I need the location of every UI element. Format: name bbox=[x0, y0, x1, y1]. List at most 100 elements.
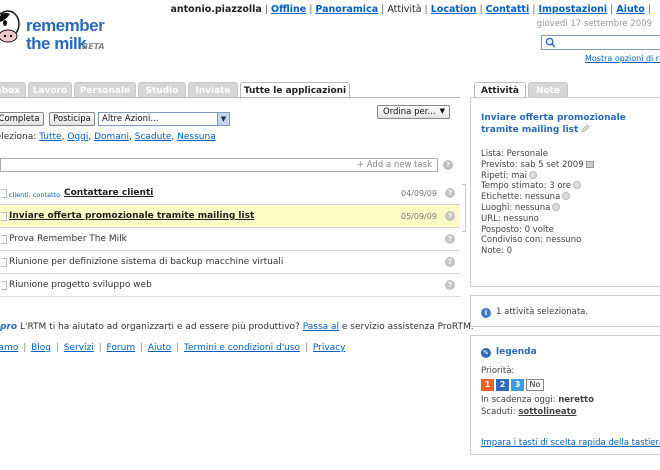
selected-count: i 1 attività selezionata. bbox=[481, 307, 588, 318]
footer-services-link[interactable]: Servizi bbox=[64, 343, 94, 353]
priority-2-swatch: 2 bbox=[496, 379, 509, 391]
detail-properties: Lista: Personale Previsto: sab 5 set 200… bbox=[481, 149, 594, 257]
nav-attivita[interactable]: Attività bbox=[387, 4, 421, 15]
selected-count-text: 1 attività selezionata. bbox=[496, 307, 589, 317]
location-icon bbox=[552, 202, 561, 211]
detail-shared: Condiviso con: nessuno bbox=[481, 235, 582, 246]
priority-swatches: 1 2 3 No bbox=[481, 379, 594, 391]
help-icon[interactable]: ? bbox=[445, 257, 455, 267]
pencil-icon[interactable] bbox=[581, 124, 590, 133]
promo-text: L'RTM ti ha aiutato ad organizzarti e ad… bbox=[19, 322, 300, 332]
complete-button[interactable]: Completa bbox=[0, 112, 44, 126]
sort-button[interactable]: Ordina per... ▼ bbox=[377, 105, 450, 119]
priority-label: Priorità: bbox=[481, 366, 515, 376]
nav-location[interactable]: Location bbox=[431, 4, 477, 15]
add-task-input[interactable]: + Add a new task bbox=[0, 158, 438, 172]
select-today-link[interactable]: Oggi bbox=[67, 132, 88, 142]
select-overdue-link[interactable]: Scadute bbox=[135, 132, 172, 142]
legend-panel: ✎ legenda Priorità: 1 2 3 No In scadenza ogg… bbox=[470, 335, 660, 455]
nav-aiuto[interactable]: Aiuto bbox=[616, 4, 644, 15]
nav-panoramica[interactable]: Panoramica bbox=[315, 4, 378, 15]
footer-links: Chi siamo | Blog | Servizi | Forum | Aiu… bbox=[0, 343, 347, 353]
footer-forum-link[interactable]: Forum bbox=[107, 343, 136, 353]
task-checkbox[interactable] bbox=[1, 235, 7, 244]
nav-impostazioni[interactable]: Impostazioni bbox=[538, 4, 607, 15]
tab-inviate[interactable]: Inviate bbox=[188, 82, 238, 98]
task-row[interactable]: Inviare offerta promozionale tramite mai… bbox=[0, 205, 460, 228]
calendar-icon bbox=[585, 160, 594, 168]
task-row[interactable]: Prova Remember The Milk ? bbox=[0, 228, 460, 251]
rtm-logo[interactable]: remember the milk BETA bbox=[0, 2, 110, 66]
more-actions-select[interactable]: Altre Azioni... ▼ bbox=[98, 112, 230, 126]
task-row[interactable]: Riunione per definizione sistema di back… bbox=[0, 251, 460, 274]
pro-promo: pro L'RTM ti ha aiutato ad organizzarti … bbox=[0, 322, 474, 332]
priority-1-swatch: 1 bbox=[481, 379, 494, 391]
legend-body: Priorità: 1 2 3 No In scadenza oggi: nerett… bbox=[481, 365, 594, 418]
detail-list[interactable]: Lista: Personale bbox=[481, 149, 594, 160]
repeat-icon bbox=[529, 170, 538, 179]
task-checkbox[interactable] bbox=[1, 258, 7, 267]
tab-lavoro[interactable]: Lavoro bbox=[28, 82, 72, 98]
keyboard-shortcuts-link[interactable]: Impara i tasti di scelta rapida della ta… bbox=[481, 438, 660, 448]
due-today-label: In scadenza oggi: bbox=[481, 395, 556, 405]
upgrade-link[interactable]: Passa al bbox=[303, 322, 339, 332]
help-icon[interactable]: ? bbox=[445, 280, 455, 290]
detail-tags-row[interactable]: Etichette: nessuna bbox=[481, 192, 594, 203]
task-name[interactable]: Prova Remember The Milk bbox=[9, 234, 127, 244]
task-name[interactable]: Contattare clienti bbox=[64, 188, 153, 198]
task-name[interactable]: Riunione per definizione sistema di back… bbox=[9, 257, 283, 267]
task-row[interactable]: Riunione progetto sviluppo web ? bbox=[0, 274, 460, 297]
detail-task-title[interactable]: Inviare offerta promozionale tramite mai… bbox=[481, 112, 660, 136]
detail-title-text: Inviare offerta promozionale tramite mai… bbox=[481, 113, 626, 135]
tab-inbox[interactable]: Inbox bbox=[0, 82, 26, 98]
help-icon[interactable]: ? bbox=[445, 188, 455, 198]
select-all-link[interactable]: Tutte bbox=[39, 132, 61, 142]
current-date: giovedì 17 settembre 2009 bbox=[536, 19, 652, 29]
task-checkbox[interactable] bbox=[1, 281, 7, 290]
help-icon[interactable]: ? bbox=[443, 160, 453, 170]
task-row[interactable]: clienti, contatto Contattare clienti 04/… bbox=[0, 182, 460, 205]
postpone-button[interactable]: Posticipa bbox=[49, 112, 95, 126]
detail-tags: Etichette: nessuna bbox=[481, 192, 561, 203]
overdue-label: Scaduti: bbox=[481, 407, 516, 417]
tab-personale[interactable]: Personale bbox=[74, 82, 136, 98]
task-name[interactable]: Inviare offerta promozionale tramite mai… bbox=[9, 211, 254, 221]
detail-due: Previsto: sab 5 set 2009 bbox=[481, 159, 584, 170]
task-checkbox[interactable] bbox=[1, 189, 7, 198]
detail-url[interactable]: URL: nessuno bbox=[481, 214, 594, 225]
selection-row: Seleziona: Tutte, Oggi, Domani, Scadute,… bbox=[0, 132, 216, 142]
footer-about-link[interactable]: Chi siamo bbox=[0, 343, 18, 353]
footer-blog-link[interactable]: Blog bbox=[31, 343, 51, 353]
help-icon[interactable]: ? bbox=[445, 234, 455, 244]
task-name[interactable]: Riunione progetto sviluppo web bbox=[9, 280, 152, 290]
detail-due-row[interactable]: Previsto: sab 5 set 2009 bbox=[481, 160, 594, 171]
task-tags[interactable]: clienti, contatto bbox=[9, 191, 60, 199]
search-input[interactable] bbox=[541, 35, 660, 50]
more-actions-value: Altre Azioni... bbox=[102, 114, 159, 124]
search-options-link[interactable]: Mostra opzioni di ricerca bbox=[585, 54, 660, 63]
tab-note[interactable]: Note bbox=[528, 82, 568, 98]
tab-studio[interactable]: Studio bbox=[138, 82, 186, 98]
footer-privacy-link[interactable]: Privacy bbox=[313, 343, 346, 353]
footer-help-link[interactable]: Aiuto bbox=[148, 343, 171, 353]
task-due-date: 04/09/09 bbox=[401, 189, 437, 198]
logo-line-2: the milk bbox=[26, 34, 87, 53]
detail-location-row[interactable]: Luoghi: nessuna bbox=[481, 202, 594, 214]
task-checkbox[interactable] bbox=[1, 212, 7, 221]
nav-contatti[interactable]: Contatti bbox=[486, 4, 530, 15]
logo-line-1: remember bbox=[26, 16, 105, 35]
legend-icon: ✎ bbox=[481, 348, 491, 358]
nav-offline[interactable]: Offline bbox=[271, 4, 306, 15]
promo-text-2: e servizio assistenza ProRTM. bbox=[341, 322, 474, 332]
cow-icon bbox=[0, 10, 20, 43]
help-icon[interactable]: ? bbox=[445, 211, 455, 221]
detail-postponed: Posposto: 0 volte bbox=[481, 224, 554, 235]
select-none-link[interactable]: Nessuna bbox=[177, 132, 216, 142]
select-tomorrow-link[interactable]: Domani bbox=[94, 132, 129, 142]
task-detail-panel: Inviare offerta promozionale tramite mai… bbox=[470, 97, 660, 287]
legend-overdue: Scaduti: sottolineato bbox=[481, 406, 594, 418]
detail-estimate-row[interactable]: Tempo stimato: 3 ore bbox=[481, 181, 594, 192]
detail-repeat-row[interactable]: Ripeti: mai bbox=[481, 170, 594, 182]
footer-terms-link[interactable]: Termini e condizioni d'uso bbox=[184, 343, 300, 353]
task-list-scrollbar[interactable] bbox=[462, 184, 466, 232]
